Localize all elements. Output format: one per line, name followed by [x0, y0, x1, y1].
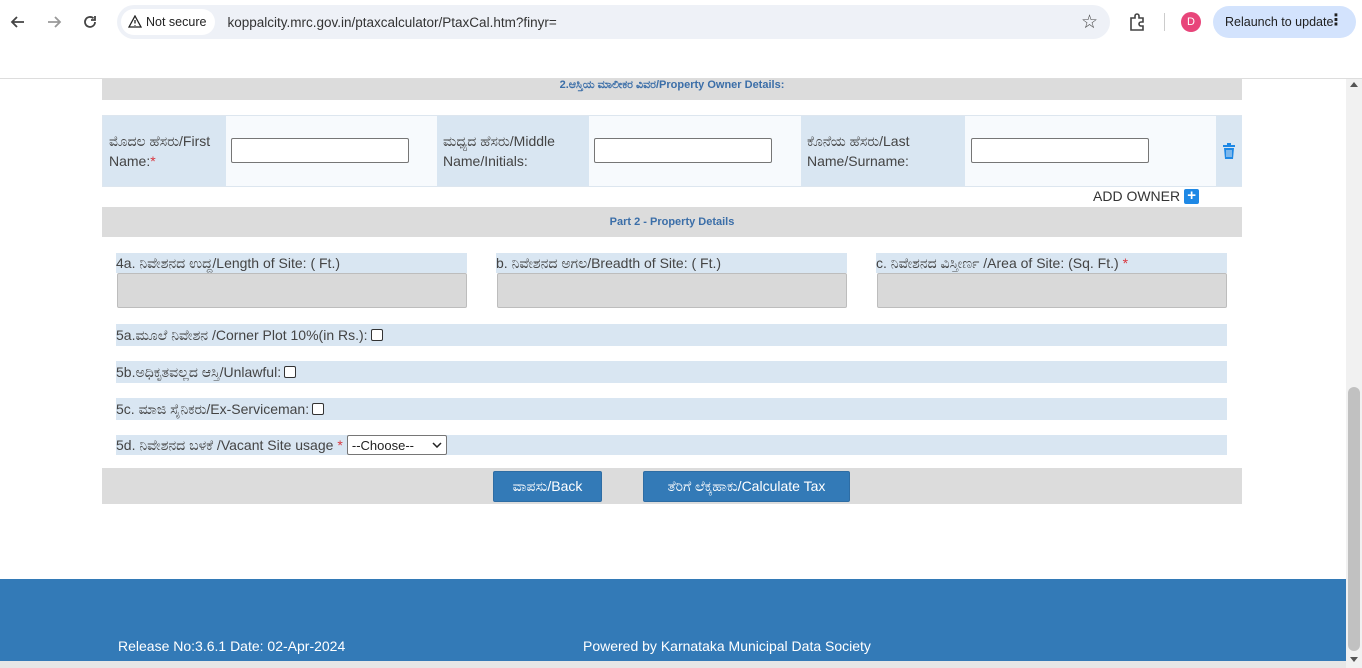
last-name-cell — [965, 116, 1216, 186]
chevron-down-icon — [432, 442, 442, 448]
relaunch-label: Relaunch to update — [1225, 15, 1334, 29]
length-label: 4a. ನಿವೇಶನದ ಉದ್ದ/Length of Site: ( Ft.) — [116, 253, 467, 273]
middle-name-label: ಮಧ್ಯದ ಹೆಸರು/Middle Name/Initials: — [437, 116, 589, 186]
security-label: Not secure — [146, 15, 207, 29]
powered-by: Powered by Karnataka Municipal Data Soci… — [583, 638, 871, 654]
add-owner-label: ADD OWNER — [1093, 188, 1181, 204]
unlawful-checkbox[interactable] — [284, 366, 297, 378]
site-usage-row: 5d. ನಿವೇಶನದ ಬಳಕೆ /Vacant Site usage * --… — [116, 435, 1227, 455]
exserviceman-label: 5c. ಮಾಜಿ ಸೈನಿಕರು/Ex-Serviceman: — [116, 400, 310, 417]
relaunch-button[interactable]: Relaunch to update ⋮ — [1213, 6, 1356, 38]
address-bar[interactable]: Not secure koppalcity.mrc.gov.in/ptaxcal… — [117, 5, 1110, 39]
unlawful-label: 5b.ಅಧಿಕೃತವಲ್ಲದ ಆಸ್ತಿ/Unlawful: — [116, 363, 282, 380]
action-bar: ವಾಪಸು/Back ತೆರಿಗೆ ಲೆಕ್ಕಹಾಕು/Calculate Ta… — [102, 468, 1242, 504]
middle-name-cell — [589, 116, 801, 186]
breadth-field[interactable] — [497, 273, 847, 308]
area-field[interactable] — [877, 273, 1227, 308]
site-usage-selected: --Choose-- — [351, 437, 414, 453]
plus-icon: + — [1184, 188, 1200, 204]
exserviceman-row: 5c. ಮಾಜಿ ಸೈನಿಕರು/Ex-Serviceman: — [116, 398, 1227, 420]
back-button[interactable]: ವಾಪಸು/Back — [493, 471, 602, 502]
site-usage-label: 5d. ನಿವೇಶನದ ಬಳಕೆ /Vacant Site usage — [116, 436, 334, 453]
page-viewport: 2.ಆಸ್ತಿಯ ಮಾಲೀಕರ ವಿವರ/Property Owner Deta… — [0, 79, 1346, 668]
last-name-input[interactable] — [971, 138, 1149, 163]
property-section-title: Part 2 - Property Details — [609, 216, 735, 228]
site-usage-select[interactable]: --Choose-- — [346, 435, 447, 455]
footer: Release No:3.6.1 Date: 02-Apr-2024 Power… — [0, 579, 1346, 668]
horizontal-scrollbar[interactable] — [0, 661, 1346, 668]
reload-icon[interactable] — [79, 11, 101, 33]
scroll-up-arrow-icon[interactable] — [1350, 82, 1358, 87]
corner-plot-label: 5a.ಮೂಲೆ ನಿವೇಶನ /Corner Plot 10%(in Rs.): — [116, 326, 368, 343]
breadth-label: b. ನಿವೇಶನದ ಅಗಲ/Breadth of Site: ( Ft.) — [496, 253, 847, 273]
profile-avatar[interactable]: D — [1181, 12, 1201, 32]
url-text[interactable]: koppalcity.mrc.gov.in/ptaxcalculator/Pta… — [227, 15, 556, 30]
owner-section-title: 2.ಆಸ್ತಿಯ ಮಾಲೀಕರ ವಿವರ/Property Owner Deta… — [559, 79, 785, 91]
scroll-down-arrow-icon[interactable] — [1350, 657, 1358, 662]
menu-kebab-icon[interactable]: ⋮ — [1328, 13, 1344, 29]
warning-icon — [128, 15, 142, 28]
back-arrow-icon[interactable] — [7, 11, 29, 33]
length-field[interactable] — [117, 273, 467, 308]
security-indicator[interactable]: Not secure — [121, 9, 216, 35]
browser-toolbar: Not secure koppalcity.mrc.gov.in/ptaxcal… — [0, 0, 1362, 44]
required-mark: * — [337, 437, 343, 453]
forward-arrow-icon[interactable] — [43, 11, 65, 33]
vertical-scrollbar[interactable] — [1346, 79, 1362, 668]
first-name-label: ಮೊದಲ ಹೆಸರು/First Name:* — [103, 116, 226, 186]
first-name-cell — [226, 116, 437, 186]
middle-name-input[interactable] — [594, 138, 772, 163]
owner-row: ಮೊದಲ ಹೆಸರು/First Name:* ಮಧ್ಯದ ಹೆಸರು/Midd… — [102, 115, 1242, 187]
property-section-header: Part 2 - Property Details — [102, 207, 1242, 237]
exserviceman-checkbox[interactable] — [312, 403, 325, 415]
toolbar-separator — [1164, 13, 1165, 31]
release-info: Release No:3.6.1 Date: 02-Apr-2024 — [118, 638, 346, 654]
corner-plot-checkbox[interactable] — [370, 329, 383, 341]
unlawful-row: 5b.ಅಧಿಕೃತವಲ್ಲದ ಆಸ್ತಿ/Unlawful: — [116, 361, 1227, 383]
add-owner-button[interactable]: ADD OWNER + — [1093, 188, 1200, 204]
area-label: c. ನಿವೇಶನದ ವಿಸ್ತೀರ್ಣ /Area of Site: (Sq.… — [876, 253, 1227, 273]
scroll-thumb[interactable] — [1348, 387, 1360, 651]
corner-plot-row: 5a.ಮೂಲೆ ನಿವೇಶನ /Corner Plot 10%(in Rs.): — [116, 324, 1227, 346]
first-name-input[interactable] — [231, 138, 409, 163]
calculate-tax-button[interactable]: ತೆರಿಗೆ ಲೆಕ್ಕಹಾಕು/Calculate Tax — [643, 471, 850, 502]
extensions-puzzle-icon[interactable] — [1126, 11, 1148, 33]
bookmark-star-icon[interactable]: ☆ — [1081, 11, 1098, 34]
owner-section-header: 2.ಆಸ್ತಿಯ ಮಾಲೀಕರ ವಿವರ/Property Owner Deta… — [102, 79, 1242, 100]
delete-owner-trash-icon[interactable] — [1216, 116, 1242, 186]
last-name-label: ಕೊನೆಯ ಹೆಸರು/Last Name/Surname: — [801, 116, 965, 186]
